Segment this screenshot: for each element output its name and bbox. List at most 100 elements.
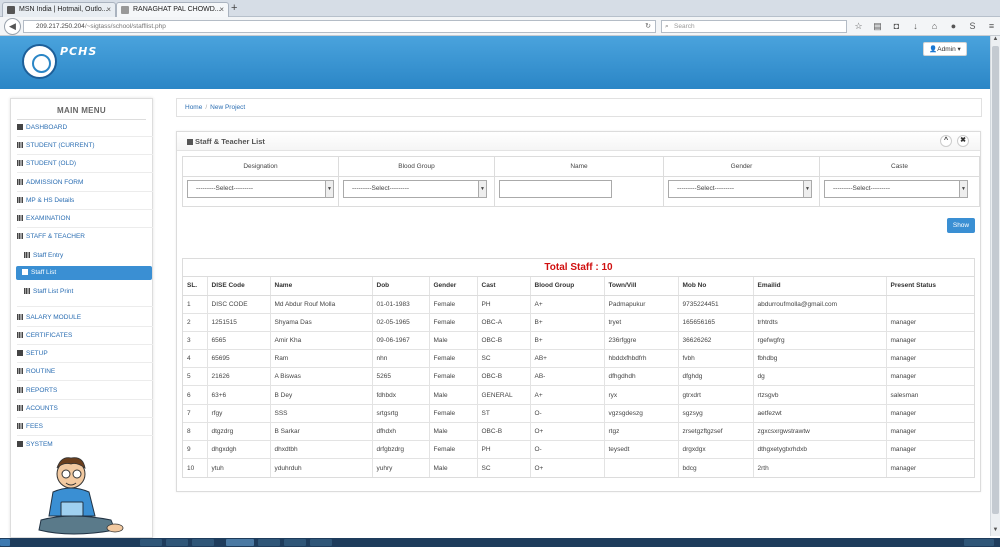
menu-staff-entry[interactable]: Staff Entry xyxy=(18,249,154,263)
designation-label: Designation xyxy=(183,157,338,177)
select-value: ---------Select--------- xyxy=(352,185,410,192)
menu-setup[interactable]: SETUP xyxy=(17,347,153,361)
menu-reports[interactable]: REPORTS xyxy=(17,384,153,398)
close-button[interactable]: ✖ xyxy=(957,135,969,147)
column-header: Town/Vill xyxy=(604,277,679,296)
home-icon[interactable]: ⌂ xyxy=(928,20,941,33)
dropdown-arrow-icon: ▼ xyxy=(325,181,333,197)
menu-system[interactable]: SYSTEM xyxy=(17,438,153,452)
table-cell: manager xyxy=(886,331,974,351)
grid-icon xyxy=(17,423,23,429)
browser-search-input[interactable]: ⌕ Search xyxy=(661,20,847,33)
taskbar-button[interactable] xyxy=(284,539,306,546)
grid-icon xyxy=(17,368,23,374)
table-cell: Female xyxy=(429,404,478,423)
table-cell: Male xyxy=(429,422,478,442)
back-button[interactable]: ◀ xyxy=(4,18,21,35)
menu-label: STUDENT (OLD) xyxy=(26,160,77,167)
menu-staff-teacher[interactable]: STAFF & TEACHER xyxy=(17,230,153,244)
breadcrumb-current[interactable]: New Project xyxy=(210,104,245,111)
collapse-button[interactable]: ^ xyxy=(940,135,952,147)
menu-routine[interactable]: ROUTINE xyxy=(17,365,153,379)
taskbar-button[interactable] xyxy=(166,539,188,546)
menu-fees[interactable]: FEES xyxy=(17,420,153,434)
blood-group-select[interactable]: ---------Select--------- ▼ xyxy=(343,180,487,198)
close-tab-icon[interactable]: × xyxy=(106,3,111,17)
browser-navbar: ◀ 209.217.250.204/~sigtass/school/staffl… xyxy=(0,17,1000,36)
menu-certificates[interactable]: CERTIFICATES xyxy=(17,329,153,343)
menu-examination[interactable]: EXAMINATION xyxy=(17,212,153,226)
table-row: 9 dhgxdgh dhxdtbh drfgbzdrg Female PH O-teysed… xyxy=(183,440,974,460)
pocket-icon[interactable]: ◘ xyxy=(890,20,903,33)
menu-admission-form[interactable]: ADMISSION FORM xyxy=(17,176,153,190)
skype-icon[interactable]: S xyxy=(966,20,979,33)
grid-icon xyxy=(17,233,23,239)
address-bar[interactable]: 209.217.250.204/~sigtass/school/stafflis… xyxy=(23,20,656,33)
menu-label: STUDENT (CURRENT) xyxy=(26,142,95,149)
msn-favicon-icon xyxy=(7,6,15,14)
grid-icon xyxy=(17,405,23,411)
taskbar-button[interactable] xyxy=(140,539,162,546)
new-tab-button[interactable]: + xyxy=(231,2,237,14)
menu-mp-hs-details[interactable]: MP & HS Details xyxy=(17,194,153,208)
table-cell: Female xyxy=(429,295,478,314)
admin-dropdown-button[interactable]: 👤Admin ▾ xyxy=(923,42,967,56)
table-cell: Ram xyxy=(270,349,373,369)
column-header: Blood Group xyxy=(530,277,605,296)
designation-select[interactable]: ---------Select--------- ▼ xyxy=(187,180,334,198)
scroll-down-icon[interactable]: ▼ xyxy=(991,527,1000,536)
taskbar-button[interactable] xyxy=(258,539,280,546)
table-cell xyxy=(604,458,679,477)
breadcrumb-home-link[interactable]: Home xyxy=(185,104,202,111)
table-cell: 5265 xyxy=(372,367,430,387)
chat-icon[interactable]: ● xyxy=(947,20,960,33)
table-cell: 165656165 xyxy=(678,313,754,332)
table-cell: Shyama Das xyxy=(270,313,373,332)
start-button[interactable] xyxy=(0,539,10,546)
table-cell: B+ xyxy=(530,313,605,332)
scroll-up-icon[interactable]: ▲ xyxy=(991,36,1000,45)
menu-staff-list-print[interactable]: Staff List Print xyxy=(18,285,154,299)
total-staff-count: Total Staff : 10 xyxy=(183,259,974,277)
divider xyxy=(17,435,153,436)
table-cell: bdcg xyxy=(678,458,754,477)
menu-student-old[interactable]: STUDENT (OLD) xyxy=(17,157,153,171)
tab-title: RANAGHAT PAL CHOWD... xyxy=(133,6,221,13)
designation-filter: Designation ---------Select--------- ▼ xyxy=(183,157,339,206)
table-cell: Male xyxy=(429,331,478,351)
taskbar-button[interactable] xyxy=(192,539,214,546)
show-button[interactable]: Show xyxy=(947,218,975,233)
reload-icon[interactable]: ↻ xyxy=(645,21,651,32)
grid-icon xyxy=(17,332,23,338)
caste-select[interactable]: ---------Select--------- ▼ xyxy=(824,180,968,198)
select-value: ---------Select--------- xyxy=(677,185,735,192)
menu-icon[interactable]: ≡ xyxy=(985,20,998,33)
browser-tab-school[interactable]: RANAGHAT PAL CHOWD... × xyxy=(116,2,229,17)
menu-salary-module[interactable]: SALARY MODULE xyxy=(17,311,153,325)
menu-staff-list[interactable]: Staff List xyxy=(16,266,152,280)
name-input[interactable] xyxy=(499,180,612,198)
gender-select[interactable]: ---------Select--------- ▼ xyxy=(668,180,812,198)
download-icon[interactable]: ↓ xyxy=(909,20,922,33)
table-cell: Male xyxy=(429,385,478,405)
breadcrumb: Home / New Project xyxy=(176,98,982,117)
page-scrollbar[interactable]: ▲ ▼ xyxy=(990,36,1000,536)
menu-acounts[interactable]: ACOUNTS xyxy=(17,402,153,416)
table-cell: 65695 xyxy=(207,349,271,369)
clipboard-icon[interactable]: ▤ xyxy=(871,20,884,33)
menu-label: ACOUNTS xyxy=(26,405,58,412)
scrollbar-thumb[interactable] xyxy=(992,46,999,514)
browser-tab-msn[interactable]: MSN India | Hotmail, Outlo... × xyxy=(2,2,116,17)
table-cell: Padmapukur xyxy=(604,295,679,314)
table-cell: hbddxfhbdfrh xyxy=(604,349,679,369)
taskbar-button[interactable] xyxy=(226,539,254,546)
table-cell: GENERAL xyxy=(477,385,531,405)
table-cell: drgxdgx xyxy=(678,440,754,460)
menu-student-current[interactable]: STUDENT (CURRENT) xyxy=(17,139,153,153)
divider xyxy=(17,362,153,363)
taskbar-button[interactable] xyxy=(310,539,332,546)
close-tab-icon[interactable]: × xyxy=(219,3,224,17)
menu-dashboard[interactable]: DASHBOARD xyxy=(17,121,153,135)
url-path: /~sigtass/school/stafflist.php xyxy=(84,23,166,30)
bookmark-star-icon[interactable]: ☆ xyxy=(852,20,865,33)
